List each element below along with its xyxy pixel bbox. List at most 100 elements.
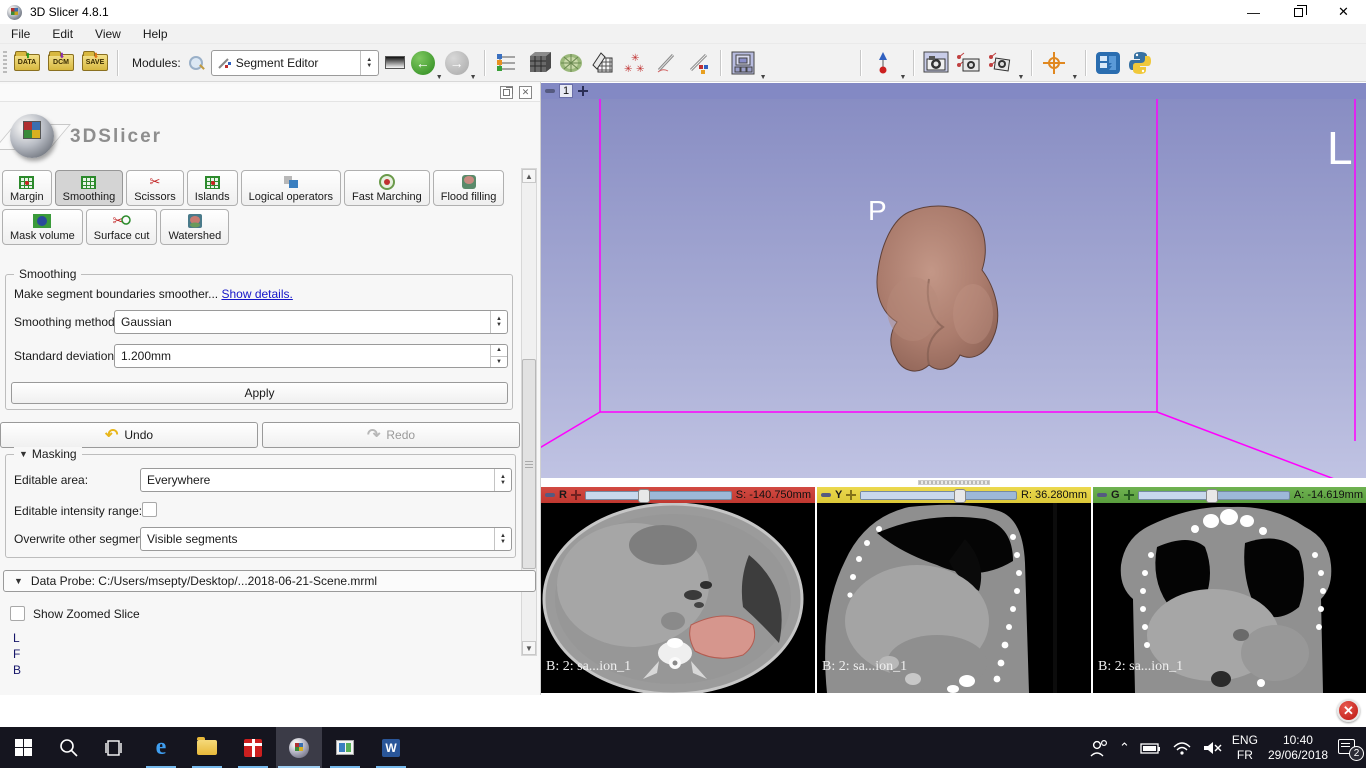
taskbar-explorer-button[interactable] bbox=[184, 727, 230, 768]
data-module-icon[interactable] bbox=[526, 50, 552, 76]
error-close-button[interactable]: ✕ bbox=[1337, 699, 1360, 722]
annotations-module-icon[interactable] bbox=[654, 50, 680, 76]
module-hierarchy-icon[interactable] bbox=[494, 50, 520, 76]
panel-float-button[interactable] bbox=[500, 86, 513, 99]
module-selector-combo[interactable]: Segment Editor ▲▼ bbox=[211, 50, 379, 76]
yellow-slider-handle[interactable] bbox=[954, 489, 966, 503]
editable-area-spinner[interactable]: ▲▼ bbox=[494, 469, 511, 491]
slice-settings-icon[interactable] bbox=[1124, 490, 1134, 500]
taskbar-slicer-button[interactable] bbox=[276, 727, 322, 768]
yellow-slice-slider[interactable] bbox=[860, 491, 1017, 500]
extensions-manager-icon[interactable] bbox=[1095, 50, 1121, 76]
tray-expand-chevron[interactable]: ⌃ bbox=[1119, 740, 1130, 756]
effect-islands-button[interactable]: Islands bbox=[187, 170, 238, 206]
red-slice-image[interactable]: B: 2: sa...ion_1 bbox=[541, 503, 815, 693]
view3d-scene[interactable]: P L bbox=[541, 99, 1366, 478]
yellow-slice-image[interactable]: B: 2: sa...ion_1 bbox=[817, 503, 1091, 693]
history-back-button[interactable]: ← bbox=[411, 51, 435, 75]
mouse-mode-caret[interactable]: ▼ bbox=[900, 74, 907, 81]
view-splitter[interactable] bbox=[541, 478, 1366, 487]
effect-mask-volume-button[interactable]: Mask volume bbox=[2, 209, 83, 245]
back-dropdown-caret[interactable]: ▼ bbox=[436, 74, 443, 81]
overwrite-combo[interactable]: Visible segments ▲▼ bbox=[140, 527, 512, 551]
effect-smoothing-button[interactable]: Smoothing bbox=[55, 170, 124, 206]
menu-help[interactable]: Help bbox=[132, 25, 179, 43]
show-details-link[interactable]: Show details. bbox=[221, 287, 292, 301]
restore-button[interactable] bbox=[1276, 0, 1321, 24]
forward-dropdown-caret[interactable]: ▼ bbox=[470, 74, 477, 81]
taskbar-search-button[interactable] bbox=[46, 727, 92, 768]
pin-icon[interactable] bbox=[821, 493, 831, 497]
restore-scene-view-icon[interactable] bbox=[987, 50, 1013, 76]
screenshot-icon[interactable] bbox=[923, 50, 949, 76]
slice-settings-icon[interactable] bbox=[846, 490, 856, 500]
effect-surface-cut-button[interactable]: ✂ Surface cut bbox=[86, 209, 158, 245]
task-view-button[interactable] bbox=[92, 727, 138, 768]
red-slice-slider[interactable] bbox=[585, 491, 732, 500]
undo-button[interactable]: ↶ Undo bbox=[0, 422, 258, 448]
masking-groupbox-header[interactable]: ▼ Masking bbox=[14, 447, 82, 461]
mouse-mode-icon[interactable] bbox=[870, 50, 896, 76]
toolbar-drag-handle[interactable] bbox=[3, 51, 7, 75]
people-icon[interactable] bbox=[1089, 739, 1109, 757]
layout-selector-icon[interactable] bbox=[730, 50, 756, 76]
transforms-module-icon[interactable] bbox=[590, 50, 616, 76]
green-slice-slider[interactable] bbox=[1138, 491, 1290, 500]
green-slider-handle[interactable] bbox=[1206, 489, 1218, 503]
panel-close-button[interactable]: ✕ bbox=[519, 86, 532, 99]
intensity-range-checkbox[interactable] bbox=[142, 502, 157, 517]
red-slice-controls[interactable]: R S: -140.750mm bbox=[541, 487, 815, 503]
editable-area-combo[interactable]: Everywhere ▲▼ bbox=[140, 468, 512, 492]
overwrite-spinner[interactable]: ▲▼ bbox=[494, 528, 511, 550]
slice-settings-icon[interactable] bbox=[571, 490, 581, 500]
volume-muted-icon[interactable] bbox=[1202, 740, 1222, 756]
language-indicator[interactable]: ENG FR bbox=[1232, 733, 1258, 763]
load-dicom-button[interactable]: DCM⬇ bbox=[44, 47, 78, 79]
menu-edit[interactable]: Edit bbox=[41, 25, 84, 43]
battery-icon[interactable] bbox=[1140, 741, 1162, 755]
red-slider-handle[interactable] bbox=[638, 489, 650, 503]
window-level-icon[interactable] bbox=[385, 56, 405, 69]
load-data-button[interactable]: DATA⬆ bbox=[10, 47, 44, 79]
action-center-button[interactable]: 2 bbox=[1338, 739, 1360, 757]
start-button[interactable] bbox=[0, 727, 46, 768]
clock[interactable]: 10:40 29/06/2018 bbox=[1268, 733, 1328, 763]
crosshair-icon[interactable] bbox=[1041, 50, 1067, 76]
history-forward-button[interactable]: → bbox=[445, 51, 469, 75]
apply-button[interactable]: Apply bbox=[11, 382, 508, 404]
taskbar-viewer-button[interactable] bbox=[322, 727, 368, 768]
menu-view[interactable]: View bbox=[84, 25, 132, 43]
yellow-slice-controls[interactable]: Y R: 36.280mm bbox=[817, 487, 1091, 503]
module-selector-spinner[interactable]: ▲▼ bbox=[360, 51, 378, 75]
stddev-spinbox[interactable]: 1.200mm ▲▼ bbox=[114, 344, 508, 368]
smoothing-method-combo[interactable]: Gaussian ▲▼ bbox=[114, 310, 508, 334]
effect-logical-operators-button[interactable]: Logical operators bbox=[241, 170, 341, 206]
scroll-up-arrow[interactable]: ▲ bbox=[522, 169, 536, 183]
python-console-icon[interactable] bbox=[1127, 50, 1153, 76]
effect-flood-filling-button[interactable]: Flood filling bbox=[433, 170, 505, 206]
scrollbar-thumb[interactable] bbox=[522, 359, 536, 569]
pin-icon[interactable] bbox=[545, 89, 555, 93]
pin-icon[interactable] bbox=[545, 493, 555, 497]
view3d-header-bar[interactable]: 1 bbox=[541, 83, 1366, 99]
taskbar-word-button[interactable]: W bbox=[368, 727, 414, 768]
markups-module-icon[interactable]: ✳✳✳ bbox=[622, 50, 648, 76]
close-button[interactable]: ✕ bbox=[1321, 0, 1366, 24]
minimize-button[interactable]: — bbox=[1231, 0, 1276, 24]
green-slice-controls[interactable]: G A: -14.619mm bbox=[1093, 487, 1366, 503]
redo-button[interactable]: ↷ Redo bbox=[262, 422, 520, 448]
crosshair-caret[interactable]: ▼ bbox=[1071, 74, 1078, 81]
taskbar-edge-button[interactable]: e bbox=[138, 727, 184, 768]
data-probe-header[interactable]: ▼ Data Probe: C:/Users/msepty/Desktop/..… bbox=[3, 570, 536, 592]
effect-watershed-button[interactable]: Watershed bbox=[160, 209, 229, 245]
menu-file[interactable]: File bbox=[0, 25, 41, 43]
smoothing-method-spinner[interactable]: ▲▼ bbox=[490, 311, 507, 333]
effect-margin-button[interactable]: Margin bbox=[2, 170, 52, 206]
view3d-settings-icon[interactable] bbox=[577, 85, 589, 97]
segment-editor-module-icon[interactable] bbox=[686, 50, 712, 76]
scroll-down-arrow[interactable]: ▼ bbox=[522, 641, 536, 655]
layout-dropdown-caret[interactable]: ▼ bbox=[760, 74, 767, 81]
scene-view-caret[interactable]: ▼ bbox=[1017, 74, 1024, 81]
effect-scissors-button[interactable]: ✂ Scissors bbox=[126, 170, 184, 206]
show-zoomed-slice-checkbox[interactable] bbox=[10, 606, 25, 621]
